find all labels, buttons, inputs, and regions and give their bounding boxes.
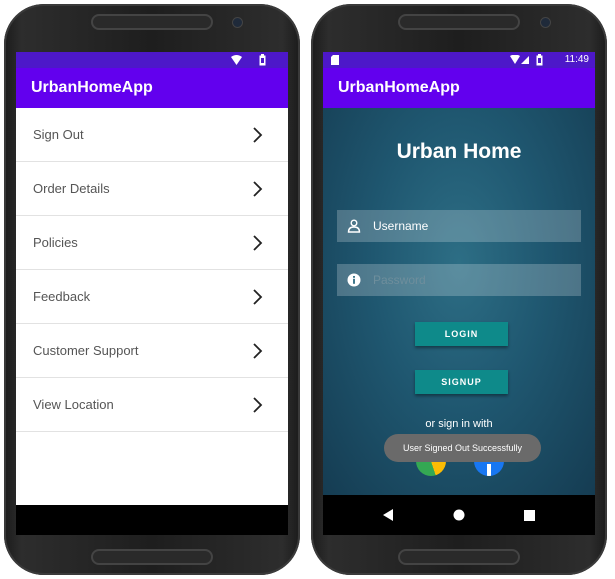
menu-list: Sign Out Order Details Policies Feedback… [16, 108, 288, 432]
signal-icon [510, 55, 529, 64]
app-title: UrbanHomeApp [31, 79, 153, 96]
back-icon[interactable] [382, 509, 394, 521]
password-field[interactable]: Password [337, 264, 581, 296]
menu-item-order-details[interactable]: Order Details [16, 162, 288, 216]
menu-item-customer-support[interactable]: Customer Support [16, 324, 288, 378]
phone-frame-left: UrbanHomeApp Sign Out Order Details Poli… [4, 4, 300, 575]
chevron-right-icon [253, 126, 263, 143]
chevron-right-icon [253, 180, 263, 197]
bottom-speaker [91, 549, 213, 565]
signup-button[interactable]: SIGNUP [415, 370, 508, 394]
front-camera [540, 17, 551, 28]
toast-message: User Signed Out Successfully [384, 434, 541, 462]
login-background: Urban Home Username Password LOGIN SIGNU… [323, 108, 595, 495]
menu-item-feedback[interactable]: Feedback [16, 270, 288, 324]
menu-item-view-location[interactable]: View Location [16, 378, 288, 432]
app-title: UrbanHomeApp [338, 79, 460, 96]
bottom-speaker [398, 549, 520, 565]
chevron-right-icon [253, 342, 263, 359]
menu-item-label: Customer Support [33, 343, 139, 358]
sd-card-icon [331, 55, 339, 65]
home-icon[interactable] [453, 509, 465, 521]
navigation-bar [323, 495, 595, 535]
person-icon [347, 219, 361, 233]
earpiece-speaker [91, 14, 213, 30]
earpiece-speaker [398, 14, 520, 30]
menu-item-label: Feedback [33, 289, 91, 304]
menu-item-label: View Location [33, 397, 114, 412]
or-sign-in-text: or sign in with [425, 418, 493, 430]
username-placeholder: Username [373, 219, 429, 233]
status-bar: 11:49 [323, 52, 595, 68]
login-screen: 11:49 UrbanHomeApp Urban Home Username P… [323, 52, 595, 535]
login-button[interactable]: LOGIN [415, 322, 508, 346]
password-placeholder: Password [373, 273, 426, 287]
status-time: 11:49 [564, 54, 589, 65]
app-bar: UrbanHomeApp [323, 68, 595, 108]
login-heading: Urban Home [396, 140, 522, 163]
wifi-icon [231, 55, 242, 65]
chevron-right-icon [253, 234, 263, 251]
status-bar [16, 52, 288, 68]
recents-icon[interactable] [524, 509, 536, 521]
chevron-right-icon [253, 288, 263, 305]
menu-item-label: Policies [33, 235, 78, 250]
menu-item-policies[interactable]: Policies [16, 216, 288, 270]
menu-item-label: Order Details [33, 181, 110, 196]
navigation-bar [16, 505, 288, 535]
username-field[interactable]: Username [337, 210, 581, 242]
menu-item-label: Sign Out [33, 127, 84, 142]
front-camera [232, 17, 243, 28]
battery-icon [536, 54, 543, 66]
info-icon [347, 273, 361, 287]
app-bar: UrbanHomeApp [16, 68, 288, 108]
battery-icon [259, 54, 266, 66]
chevron-right-icon [253, 396, 263, 413]
menu-screen: UrbanHomeApp Sign Out Order Details Poli… [16, 52, 288, 535]
menu-item-sign-out[interactable]: Sign Out [16, 108, 288, 162]
phone-frame-right: 11:49 UrbanHomeApp Urban Home Username P… [311, 4, 607, 575]
